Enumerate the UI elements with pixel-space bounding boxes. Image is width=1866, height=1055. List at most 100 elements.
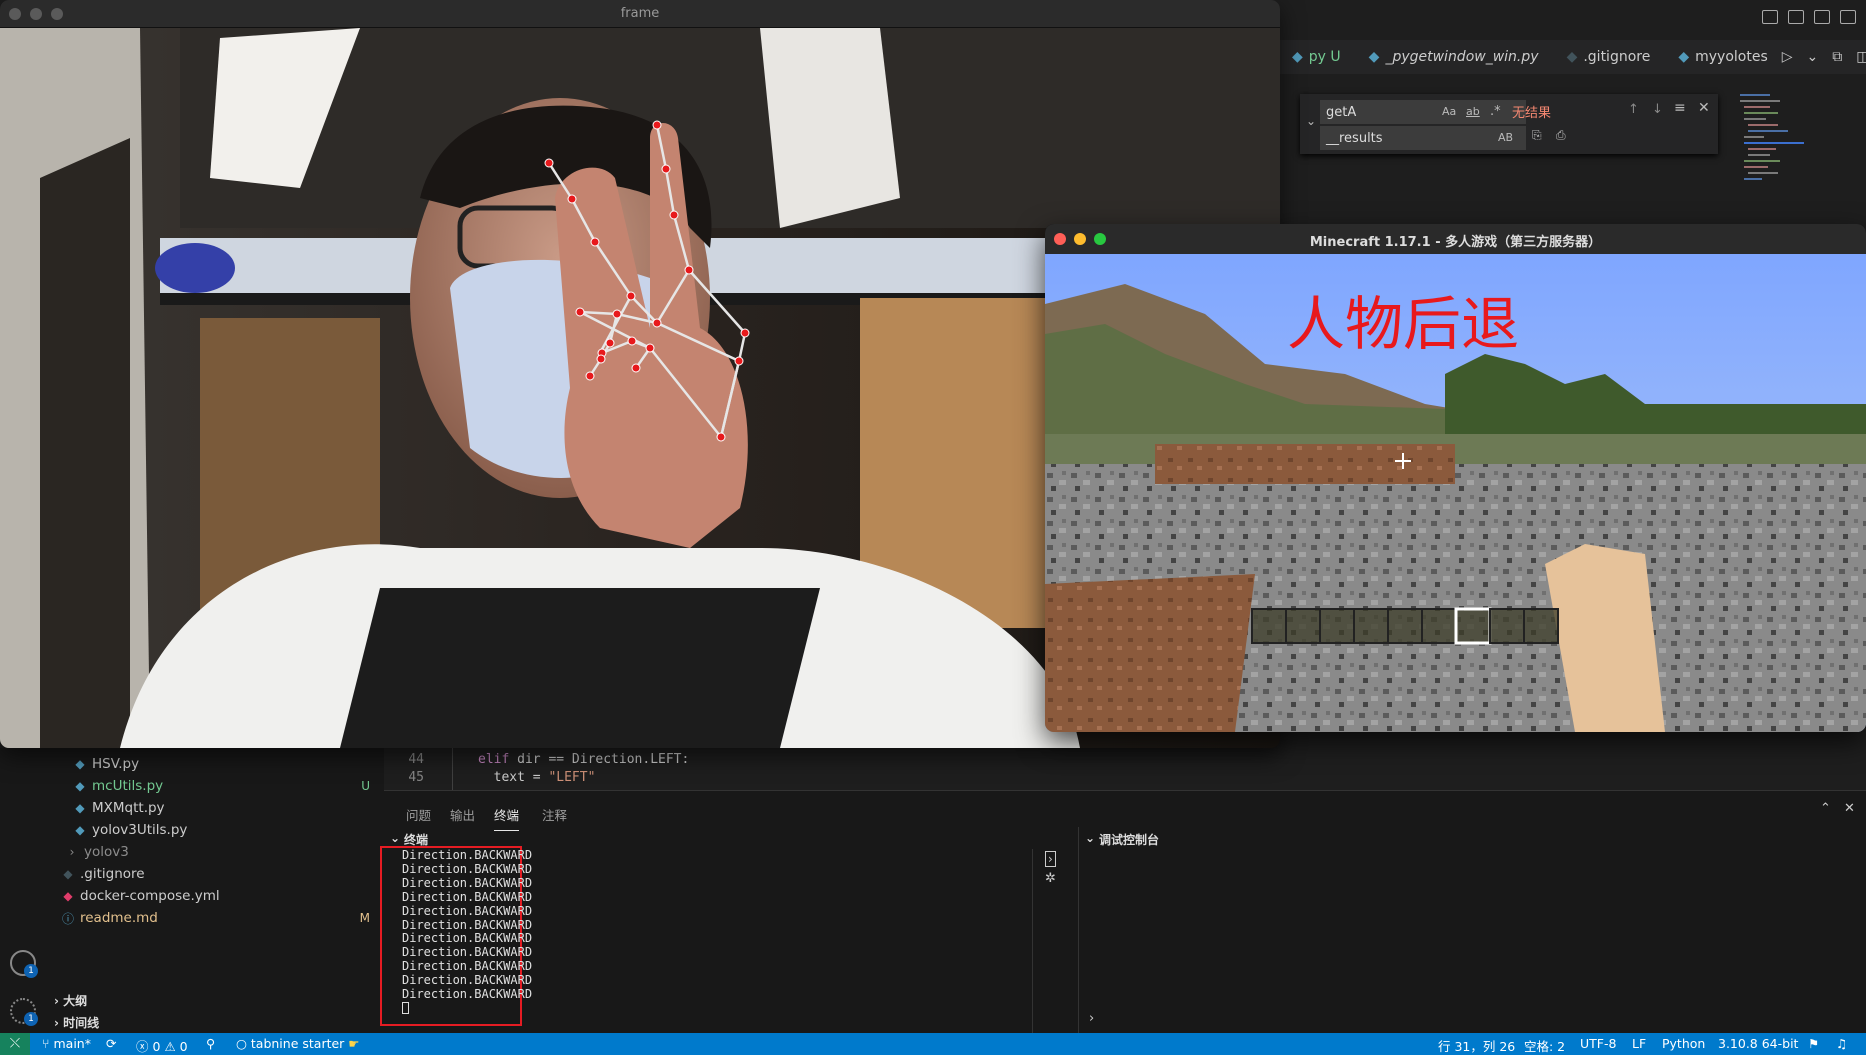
hotbar-slot[interactable] xyxy=(1387,608,1423,644)
timeline-section[interactable]: › 时间线 xyxy=(54,1014,99,1031)
run-icon[interactable]: ▷ xyxy=(1782,49,1793,65)
hotbar-slot[interactable] xyxy=(1489,608,1525,644)
hotbar-slot[interactable] xyxy=(1251,608,1287,644)
explorer-item[interactable]: ◆ .gitignore xyxy=(0,863,384,885)
explorer-item[interactable]: ◆ yolov3Utils.py xyxy=(0,819,384,841)
chevron-down-icon[interactable]: ⌄ xyxy=(1807,49,1819,65)
tabnine-item[interactable]: ○ tabnine starter ☛ xyxy=(236,1036,360,1051)
terminal-line: Direction.BACKWARD xyxy=(402,903,533,918)
terminal-line: Direction.BACKWARD xyxy=(402,848,533,862)
hotbar-slot[interactable] xyxy=(1421,608,1457,644)
explorer-item[interactable]: ◆ docker-compose.yml xyxy=(0,885,384,907)
warning-count: 0 xyxy=(179,1039,188,1054)
debug-console-title: 调试控制台 xyxy=(1099,833,1160,847)
code-line: text = "LEFT" xyxy=(478,770,596,785)
close-icon[interactable]: ✕ xyxy=(1698,100,1710,116)
close-icon[interactable]: ✕ xyxy=(1844,801,1855,816)
match-case-toggle[interactable]: Aa xyxy=(1442,105,1456,118)
debug-icon[interactable]: ✲ xyxy=(1045,871,1056,886)
indent-guide xyxy=(452,748,453,790)
minecraft-window[interactable]: Minecraft 1.17.1 - 多人游戏（第三方服务器） 人物后退 xyxy=(1045,224,1866,732)
hotbar-slot[interactable] xyxy=(1523,608,1559,644)
shirt xyxy=(340,588,820,748)
explorer-item[interactable]: ◆ MXMqtt.py xyxy=(0,797,384,819)
terminal-output[interactable]: Direction.BACKWARD Direction.BACKWARD Dire… xyxy=(402,848,533,1016)
settings-badge: 1 xyxy=(24,1012,38,1026)
tab-output[interactable]: 输出 xyxy=(450,805,475,824)
toggle-primary-sidebar-icon[interactable] xyxy=(1762,10,1778,24)
warning-icon: ⚠ xyxy=(164,1039,176,1054)
branch-item[interactable]: ⑂ main* xyxy=(42,1036,91,1051)
bell-icon[interactable]: ♫ xyxy=(1836,1036,1847,1051)
file-name: mcUtils.py xyxy=(92,778,164,794)
encoding[interactable]: UTF-8 xyxy=(1580,1036,1616,1051)
file-name: MXMqtt.py xyxy=(92,800,165,816)
minimap[interactable] xyxy=(1740,90,1830,210)
next-match-icon[interactable]: ↓ xyxy=(1652,102,1663,117)
tab-comments[interactable]: 注释 xyxy=(542,805,567,824)
indentation[interactable]: 空格: 2 xyxy=(1524,1036,1565,1055)
tab-mcutils[interactable]: ◆ py U xyxy=(1278,49,1355,65)
sidebar-sections: › 大纲 › 时间线 xyxy=(48,990,384,1033)
tab-pygetwindow-win[interactable]: ◆ _pygetwindow_win.py xyxy=(1355,49,1553,65)
terminal-tabs: › ✲ xyxy=(1032,849,1074,1034)
git-status-badge: M xyxy=(359,911,370,925)
whole-word-toggle[interactable]: ab xyxy=(1466,105,1480,118)
explorer-item[interactable]: ◆ mcUtils.py U xyxy=(0,775,384,797)
python-icon: ◆ xyxy=(1678,49,1690,65)
preserve-case-toggle[interactable]: AB xyxy=(1498,131,1513,144)
toggle-replace-icon[interactable]: ⌄ xyxy=(1306,114,1316,128)
replace-input[interactable]: __results AB xyxy=(1320,126,1526,150)
git-status-badge: U xyxy=(361,779,370,793)
python-interpreter[interactable]: 3.10.8 64-bit xyxy=(1718,1036,1798,1051)
explorer-item[interactable]: ◆ HSV.py xyxy=(0,753,384,775)
toggle-panel-icon[interactable] xyxy=(1788,10,1804,24)
hotbar-slot-selected[interactable] xyxy=(1454,607,1492,645)
terminal-shell-icon[interactable]: › xyxy=(1045,851,1056,867)
regex-toggle[interactable]: .* xyxy=(1490,104,1501,119)
hotbar-slot[interactable] xyxy=(1353,608,1389,644)
line-endings[interactable]: LF xyxy=(1632,1036,1646,1051)
blue-bag xyxy=(155,243,235,293)
previous-match-icon[interactable]: ↑ xyxy=(1628,102,1639,117)
hotbar-slot[interactable] xyxy=(1285,608,1321,644)
minecraft-viewport[interactable]: 人物后退 xyxy=(1045,254,1866,732)
debug-console[interactable]: › xyxy=(1078,849,1866,1034)
feedback-icon[interactable]: ⚑ xyxy=(1808,1036,1819,1051)
hotbar-slot[interactable] xyxy=(1319,608,1355,644)
split-editor-icon[interactable]: ◫ xyxy=(1856,49,1866,65)
cursor-position[interactable]: 行 31，列 26 xyxy=(1438,1036,1515,1055)
window-titlebar[interactable]: frame xyxy=(0,0,1280,28)
open-changes-icon[interactable]: ⧉ xyxy=(1832,49,1842,65)
problems-item[interactable]: ⓧ 0 ⚠ 0 xyxy=(136,1036,188,1055)
debug-console-header[interactable]: ⌄ 调试控制台 xyxy=(1078,827,1866,849)
python-icon: ◆ xyxy=(75,779,85,793)
toggle-secondary-sidebar-icon[interactable] xyxy=(1814,10,1830,24)
outline-section[interactable]: › 大纲 xyxy=(54,992,87,1009)
sync-icon[interactable]: ⟳ xyxy=(106,1036,116,1051)
tabnine-label: tabnine starter xyxy=(250,1036,345,1051)
tab-myyolotest[interactable]: ◆ myyolotes xyxy=(1664,49,1781,65)
tab-label: _pygetwindow_win.py xyxy=(1385,49,1539,65)
tab-problems[interactable]: 问题 xyxy=(406,805,431,824)
find-input[interactable]: getA Aa ab .* xyxy=(1320,100,1526,124)
remote-icon[interactable]: ⤬ xyxy=(0,1033,30,1055)
branch-name: main* xyxy=(53,1036,91,1051)
code-editor[interactable]: 44 elif dir == Direction.LEFT: 45 text =… xyxy=(384,748,1866,790)
tab-gitignore[interactable]: ◆ .gitignore xyxy=(1553,49,1665,65)
replace-all-icon[interactable]: ⎙ xyxy=(1556,128,1566,143)
find-in-selection-icon[interactable]: ≡ xyxy=(1674,100,1686,116)
hotbar[interactable] xyxy=(1251,607,1559,645)
terminal-prompt xyxy=(402,1002,532,1016)
customize-layout-icon[interactable] xyxy=(1840,10,1856,24)
live-share-icon[interactable]: ⚲ xyxy=(206,1036,215,1051)
window-titlebar[interactable]: Minecraft 1.17.1 - 多人游戏（第三方服务器） xyxy=(1045,224,1866,254)
replace-icon[interactable]: ⎘ xyxy=(1532,128,1542,143)
language-mode[interactable]: Python xyxy=(1662,1036,1705,1051)
explorer-folder[interactable]: › yolov3 xyxy=(0,841,384,863)
terminal-line: Direction.BACKWARD xyxy=(402,959,533,974)
maximize-panel-icon[interactable]: ⌃ xyxy=(1820,801,1831,816)
terminal-line: Direction.BACKWARD xyxy=(402,917,533,932)
explorer-item[interactable]: ⓘ readme.md M xyxy=(0,907,384,929)
find-replace-widget: ⌄ getA Aa ab .* __results AB 无结果 ↑ ↓ ≡ ✕… xyxy=(1300,94,1718,154)
